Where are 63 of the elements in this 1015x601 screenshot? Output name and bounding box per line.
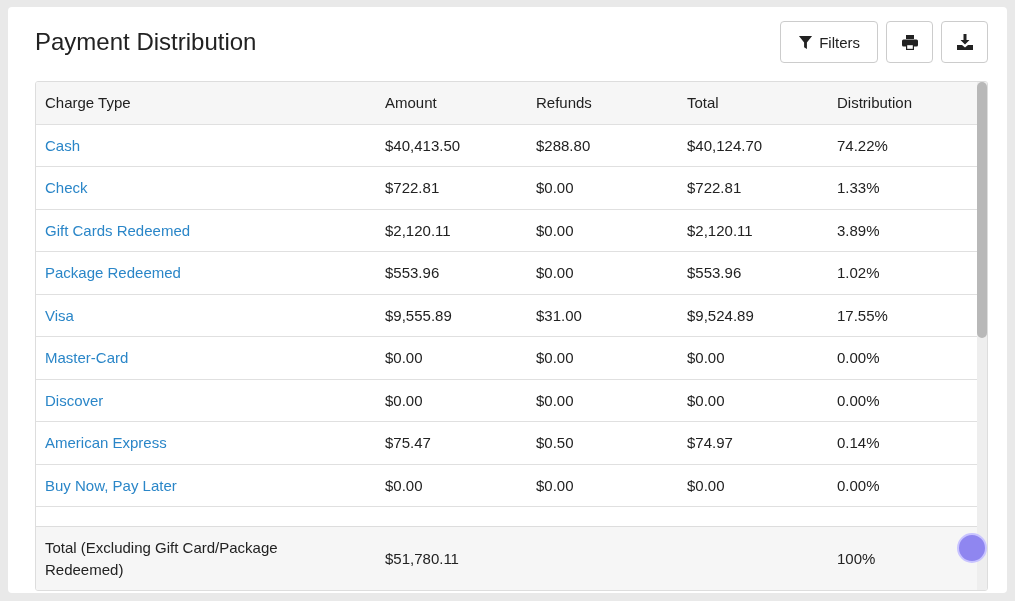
table-cell-text: $0.00 — [535, 476, 574, 494]
table-cell-text: 17.55% — [836, 306, 888, 324]
charge-type-link[interactable]: Cash — [36, 136, 81, 154]
table-cell-text: $9,524.89 — [686, 306, 754, 324]
table-cell-text: $722.81 — [384, 179, 440, 197]
download-icon — [956, 34, 973, 50]
total-label: Total (Excluding Gift Card/Package Redeemed) — [44, 537, 279, 580]
table-cell-text: 3.89% — [836, 221, 880, 239]
table-cell-text: 74.22% — [836, 136, 888, 154]
charge-type-link[interactable]: Visa — [36, 306, 74, 324]
total-distribution: 100% — [836, 550, 876, 568]
table-cell-text: $0.00 — [384, 476, 423, 494]
table-cell-text: 0.00% — [836, 349, 880, 367]
column-header: Refunds — [535, 94, 592, 112]
table-cell-text: $0.00 — [686, 476, 725, 494]
table-cell-text: $2,120.11 — [384, 221, 451, 239]
table-cell-text: $553.96 — [384, 264, 440, 282]
charge-type-link[interactable]: Gift Cards Redeemed — [36, 221, 191, 239]
table-cell-text: $553.96 — [686, 264, 742, 282]
table-cell-text: 1.02% — [836, 264, 880, 282]
total-amount: $51,780.11 — [384, 550, 459, 568]
table-cell-text: $40,124.70 — [686, 136, 763, 154]
table-cell-text: $722.81 — [686, 179, 742, 197]
charge-type-link[interactable]: Master-Card — [36, 349, 129, 367]
printer-icon — [901, 34, 918, 50]
table-cell-text: 0.00% — [836, 476, 880, 494]
charge-type-link[interactable]: American Express — [36, 434, 167, 452]
table-cell-text: $0.00 — [535, 179, 574, 197]
filters-button[interactable]: Filters — [780, 21, 878, 63]
table-cell-text: $0.00 — [535, 349, 574, 367]
table-cell-text: $9,555.89 — [384, 306, 452, 324]
print-button[interactable] — [886, 21, 933, 63]
column-header: Amount — [384, 94, 437, 112]
charge-type-link[interactable]: Package Redeemed — [36, 264, 181, 282]
table-cell-text: $0.00 — [384, 349, 423, 367]
table-cell-text: $0.00 — [686, 391, 725, 409]
table-cell-text: $0.00 — [686, 349, 725, 367]
table-cell-text: 1.33% — [836, 179, 880, 197]
filter-icon — [798, 34, 814, 50]
column-header: Charge Type — [44, 94, 131, 112]
table-cell-text: $75.47 — [384, 434, 431, 452]
column-header: Total — [686, 94, 719, 112]
charge-type-link[interactable]: Buy Now, Pay Later — [36, 476, 177, 494]
charge-type-link[interactable]: Check — [36, 179, 88, 197]
scrollbar-thumb[interactable] — [977, 82, 987, 338]
table-cell-text: $74.97 — [686, 434, 733, 452]
table-cell-text: 0.00% — [836, 391, 880, 409]
table-cell-text: $288.80 — [535, 136, 591, 154]
chat-widget-icon[interactable] — [957, 533, 987, 563]
table-cell-text: $40,413.50 — [384, 136, 461, 154]
table-cell-text: $0.50 — [535, 434, 574, 452]
table-cell-text: 0.14% — [836, 434, 880, 452]
table-cell-text: $0.00 — [384, 391, 423, 409]
table-cell-text: $0.00 — [535, 391, 574, 409]
table-cell-text: $2,120.11 — [686, 221, 753, 239]
report-title: Payment Distribution — [35, 28, 257, 56]
column-header: Distribution — [836, 94, 913, 112]
charge-type-link[interactable]: Discover — [36, 391, 104, 409]
scrollbar[interactable] — [977, 82, 987, 590]
table-cell-text: $31.00 — [535, 306, 582, 324]
table-cell-text: $0.00 — [535, 221, 574, 239]
download-button[interactable] — [941, 21, 988, 63]
table-cell-text: $0.00 — [535, 264, 574, 282]
